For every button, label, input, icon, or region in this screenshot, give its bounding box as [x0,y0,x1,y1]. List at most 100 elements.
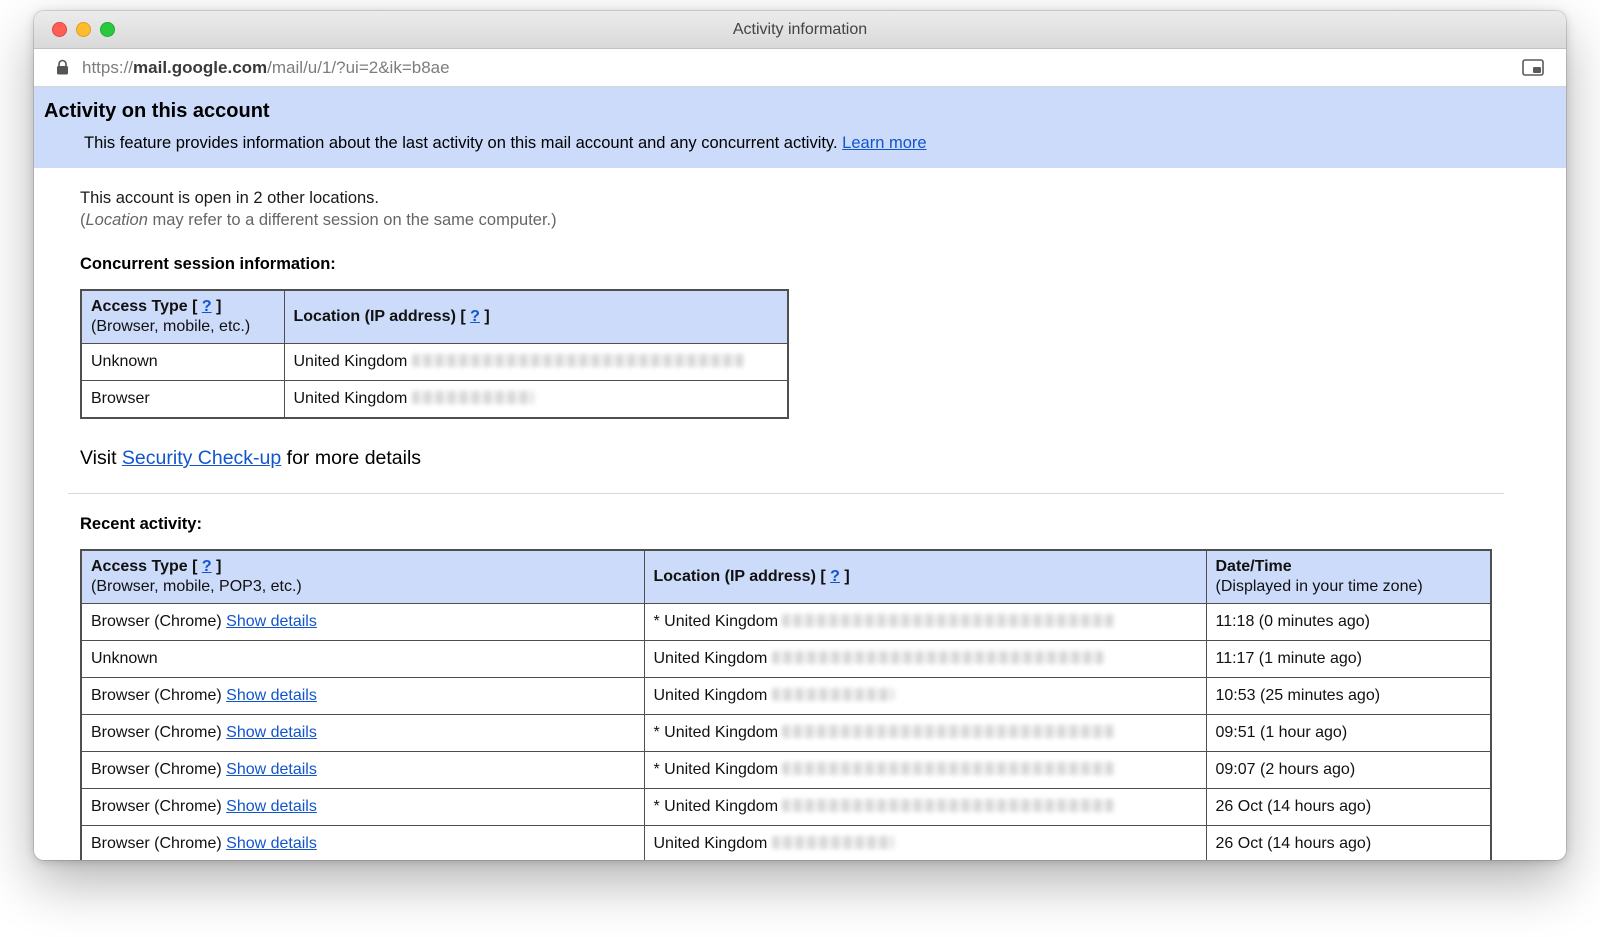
access-cell: Browser (Chrome) Show details [81,715,644,752]
datetime-cell: 26 Oct (14 hours ago) [1206,826,1491,861]
datetime-cell: 11:18 (0 minutes ago) [1206,604,1491,641]
datetime-label: Date/Time [1216,558,1482,576]
concurrent-sessions-table: Access Type [ ? ] (Browser, mobile, etc.… [80,289,789,419]
visit-prefix: Visit [80,447,117,469]
location-text: United Kingdom [654,687,768,704]
access-type-close: ] [216,298,221,315]
table-row: Browser United Kingdom [81,381,788,419]
access-text: Browser (Chrome) [91,761,222,778]
location-help-link[interactable]: ? [830,568,840,585]
show-details-link[interactable]: Show details [226,761,317,778]
page-description: This feature provides information about … [84,134,1566,153]
recent-activity-heading: Recent activity: [80,515,1566,534]
table-row: Browser (Chrome) Show details * United K… [81,604,1491,641]
show-details-link[interactable]: Show details [226,687,317,704]
security-checkup-line: Visit Security Check-up for more details [80,447,1566,470]
redacted-ip [782,799,1114,812]
access-type-close: ] [216,558,221,575]
redacted-ip [412,391,534,404]
location-cell: United Kingdom [284,381,788,419]
access-cell: Browser (Chrome) Show details [81,826,644,861]
access-text: Browser (Chrome) [91,724,222,741]
show-details-link[interactable]: Show details [226,835,317,852]
picture-in-picture-icon[interactable] [1522,59,1544,76]
redacted-ip [782,762,1114,775]
location-cell: * United Kingdom [644,752,1206,789]
access-type-help-link[interactable]: ? [202,298,212,315]
access-type-header: Access Type [ ? ] (Browser, mobile, etc.… [81,290,284,344]
datetime-cell: 09:07 (2 hours ago) [1206,752,1491,789]
table-row: Browser (Chrome) Show details United Kin… [81,826,1491,861]
access-text: Browser (Chrome) [91,613,222,630]
redacted-ip [412,354,744,367]
show-details-link[interactable]: Show details [226,724,317,741]
datetime-header: Date/Time (Displayed in your time zone) [1206,550,1491,604]
access-cell: Unknown [81,344,284,381]
access-type-header: Access Type [ ? ] (Browser, mobile, POP3… [81,550,644,604]
locations-note: (Location may refer to a different sessi… [80,211,1566,230]
table-row: Browser (Chrome) Show details United Kin… [81,678,1491,715]
redacted-ip [772,836,894,849]
note-italic-word: Location [86,211,148,229]
access-cell: Browser [81,381,284,419]
visit-suffix: for more details [287,447,421,469]
redacted-ip [782,614,1114,627]
table-row: Unknown United Kingdom 11:17 (1 minute a… [81,641,1491,678]
locations-summary: This account is open in 2 other location… [80,189,1566,208]
access-type-help-link[interactable]: ? [202,558,212,575]
learn-more-link[interactable]: Learn more [842,134,926,152]
close-button[interactable] [52,22,67,37]
datetime-cell: 09:51 (1 hour ago) [1206,715,1491,752]
datetime-cell: 11:17 (1 minute ago) [1206,641,1491,678]
location-cell: United Kingdom [644,641,1206,678]
datetime-subtext: (Displayed in your time zone) [1216,578,1482,596]
show-details-link[interactable]: Show details [226,798,317,815]
location-help-link[interactable]: ? [470,308,480,325]
url-path: /mail/u/1/?ui=2&ik=b8ae [267,58,449,77]
access-type-subtext: (Browser, mobile, POP3, etc.) [91,578,635,596]
location-label: Location (IP address) [ [654,568,826,585]
location-label: Location (IP address) [ [294,308,466,325]
url-domain: mail.google.com [133,58,267,77]
location-close: ] [484,308,489,325]
table-row: Browser (Chrome) Show details * United K… [81,715,1491,752]
location-text: United Kingdom [294,390,408,407]
security-checkup-link[interactable]: Security Check-up [122,447,281,469]
access-text: Browser (Chrome) [91,687,222,704]
location-text: United Kingdom [654,650,768,667]
show-details-link[interactable]: Show details [226,613,317,630]
window-title: Activity information [733,21,867,39]
location-cell: United Kingdom [644,678,1206,715]
recent-activity-table: Access Type [ ? ] (Browser, mobile, POP3… [80,549,1492,860]
redacted-ip [782,725,1114,738]
location-cell: * United Kingdom [644,604,1206,641]
table-row: Browser (Chrome) Show details * United K… [81,752,1491,789]
url-text[interactable]: https://mail.google.com/mail/u/1/?ui=2&i… [82,58,1522,78]
location-text: * United Kingdom [654,761,779,778]
location-cell: * United Kingdom [644,715,1206,752]
access-cell: Browser (Chrome) Show details [81,604,644,641]
concurrent-sessions-heading: Concurrent session information: [80,255,1566,274]
address-bar[interactable]: https://mail.google.com/mail/u/1/?ui=2&i… [34,49,1566,87]
access-cell: Browser (Chrome) Show details [81,752,644,789]
table-header-row: Access Type [ ? ] (Browser, mobile, POP3… [81,550,1491,604]
table-row: Unknown United Kingdom [81,344,788,381]
access-text: Unknown [91,650,158,667]
section-divider [68,493,1504,494]
datetime-cell: 10:53 (25 minutes ago) [1206,678,1491,715]
location-text: United Kingdom [654,835,768,852]
location-text: * United Kingdom [654,613,779,630]
page-content: This account is open in 2 other location… [34,189,1566,860]
access-type-subtext: (Browser, mobile, etc.) [91,318,275,336]
access-type-label: Access Type [ [91,298,197,315]
zoom-button[interactable] [100,22,115,37]
location-close: ] [844,568,849,585]
lock-icon [56,59,69,76]
redacted-ip [772,688,894,701]
access-type-label: Access Type [ [91,558,197,575]
title-bar: Activity information [34,11,1566,49]
minimize-button[interactable] [76,22,91,37]
page-header: Activity on this account This feature pr… [34,87,1566,168]
note-rest: may refer to a different session on the … [148,211,557,229]
location-cell: United Kingdom [284,344,788,381]
